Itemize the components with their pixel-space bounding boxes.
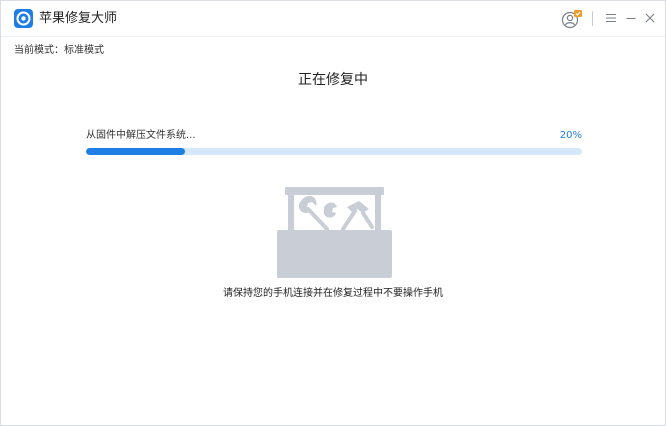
safety-hint: 请保持您的手机连接并在修复过程中不要操作手机 xyxy=(223,288,443,299)
close-icon[interactable] xyxy=(642,10,658,26)
progress-bar-fill xyxy=(86,148,186,155)
user-account-icon[interactable] xyxy=(561,9,583,29)
current-mode: 当前模式：标准模式 xyxy=(14,45,104,57)
current-mode-value: 标准模式 xyxy=(64,45,104,56)
toolbox-icon xyxy=(277,187,393,283)
current-mode-label: 当前模式： xyxy=(14,45,64,56)
page-title: 正在修复中 xyxy=(298,72,368,88)
app-window: 苹果修复大师 当前模式：标准模式 正在修复中 从固件中解压文件系统... 20%… xyxy=(0,0,666,426)
minimize-icon[interactable] xyxy=(623,10,639,26)
title-bar: 苹果修复大师 xyxy=(1,1,665,37)
progress-percent: 20% xyxy=(559,130,582,141)
menu-icon[interactable] xyxy=(603,10,619,26)
title-bar-divider xyxy=(592,11,593,26)
app-logo-icon xyxy=(14,9,33,28)
progress-bar xyxy=(86,148,582,155)
app-title: 苹果修复大师 xyxy=(39,11,118,26)
progress-step-label: 从固件中解压文件系统... xyxy=(86,130,196,141)
